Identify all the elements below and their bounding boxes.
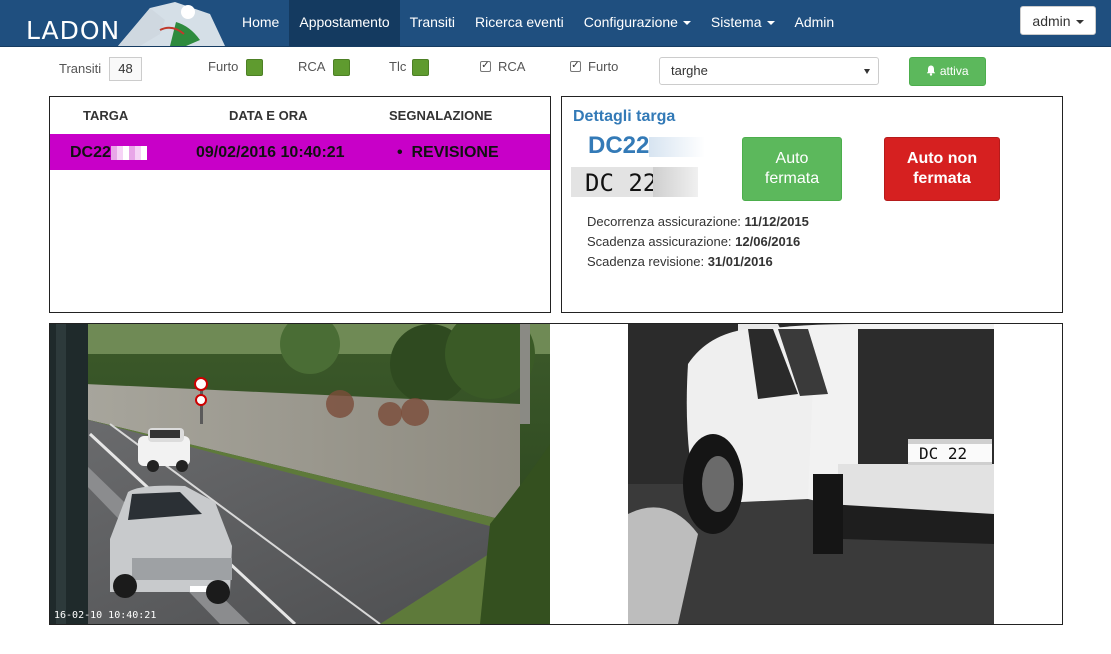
nav-ricerca-eventi-label: Ricerca eventi — [475, 14, 564, 30]
caret-down-icon — [1075, 20, 1084, 25]
user-menu-button[interactable]: admin — [1020, 6, 1096, 35]
main-nav: Home Appostamento Transiti Ricerca event… — [232, 0, 844, 46]
details-panel — [561, 96, 1063, 313]
caret-down-icon — [682, 21, 691, 26]
transiti-label: Transiti — [59, 61, 102, 76]
plate-crop-image: DC 22 — [571, 167, 698, 197]
tlc-indicator-label: Tlc — [389, 59, 407, 74]
furto-checkbox-label: Furto — [588, 59, 619, 74]
caret-down-icon — [766, 21, 775, 26]
mode-select-value: targhe — [671, 63, 708, 78]
brand-name: LADON — [26, 16, 121, 45]
silver-suv-icon — [110, 485, 232, 604]
rca-indicator-label: RCA — [298, 59, 326, 74]
info-value: 31/01/2016 — [707, 254, 773, 269]
obscured-plate — [653, 167, 698, 197]
user-name: admin — [1032, 13, 1071, 29]
row-targa-text: DC22 — [70, 144, 111, 161]
furto-status-indicator — [246, 59, 263, 76]
tlc-status-indicator — [412, 59, 429, 76]
rca-status-indicator — [333, 59, 350, 76]
nav-transiti-label: Transiti — [409, 14, 456, 30]
info-label: Decorrenza assicurazione: — [587, 214, 741, 229]
details-plate: DC22 — [588, 132, 706, 160]
nav-configurazione-label: Configurazione — [583, 14, 678, 30]
auto-non-fermata-line2: fermata — [913, 170, 971, 187]
top-navbar: LADON Home Appostamento Transiti Ricerca… — [0, 0, 1111, 47]
info-scadenza-assicurazione: Scadenza assicurazione: 12/06/2016 — [587, 234, 800, 249]
nav-configurazione[interactable]: Configurazione — [574, 0, 701, 46]
details-plate-text: DC22 — [588, 132, 650, 159]
bell-icon — [927, 65, 936, 76]
info-label: Scadenza revisione: — [587, 254, 705, 269]
furto-checkbox[interactable]: ✓ — [570, 61, 581, 72]
info-value: 12/06/2016 — [735, 234, 801, 249]
plate-camera-scene: DC 22 — [628, 324, 994, 624]
nav-home-label: Home — [242, 14, 280, 30]
info-label: Scadenza assicurazione: — [587, 234, 732, 249]
header-data-ora: DATA E ORA — [229, 108, 308, 123]
row-targa: DC22 — [70, 144, 147, 162]
furto-indicator-label: Furto — [208, 59, 239, 74]
nav-home[interactable]: Home — [232, 0, 289, 46]
rca-checkbox[interactable]: ✓ — [480, 61, 491, 72]
brand-logo[interactable]: LADON — [0, 0, 230, 46]
info-value: 11/12/2015 — [744, 214, 809, 229]
header-targa: TARGA — [83, 108, 129, 123]
header-segnalazione: SEGNALAZIONE — [389, 108, 493, 123]
info-scadenza-revisione: Scadenza revisione: 31/01/2016 — [587, 254, 773, 269]
row-segnalazione: • REVISIONE — [397, 144, 499, 161]
nav-appostamento-label: Appostamento — [299, 14, 390, 30]
nav-ricerca-eventi[interactable]: Ricerca eventi — [465, 0, 574, 46]
plate-crop-text: DC 22 — [585, 169, 658, 197]
auto-fermata-button[interactable]: Auto fermata — [742, 137, 842, 201]
activate-button[interactable]: attiva — [909, 57, 986, 86]
events-panel: TARGA DATA E ORA SEGNALAZIONE — [49, 96, 551, 313]
nav-sistema-label: Sistema — [710, 14, 762, 30]
auto-fermata-line2: fermata — [764, 170, 820, 187]
camera-timestamp: 16-02-10 10:40:21 — [54, 610, 157, 621]
plate-camera-plate-text: DC 22 — [919, 444, 967, 463]
nav-transiti[interactable]: Transiti — [400, 0, 465, 46]
row-segnalazione-text: REVISIONE — [411, 144, 499, 161]
nav-sistema[interactable]: Sistema — [701, 0, 785, 46]
dropdown-arrow-icon — [864, 69, 870, 74]
context-camera-image[interactable]: 16-02-10 10:40:21 — [50, 324, 550, 624]
auto-non-fermata-button[interactable]: Auto non fermata — [884, 137, 1000, 201]
context-camera-scene — [50, 324, 550, 624]
nav-admin-label: Admin — [794, 14, 835, 30]
row-datetime: 09/02/2016 10:40:21 — [196, 144, 345, 161]
nav-admin[interactable]: Admin — [785, 0, 845, 46]
mode-select[interactable]: targhe — [659, 57, 879, 85]
rca-checkbox-label: RCA — [498, 59, 526, 74]
activate-button-label: attiva — [939, 64, 969, 78]
obscured-plate — [649, 136, 706, 157]
nav-appostamento[interactable]: Appostamento — [289, 0, 400, 46]
details-title: Dettagli targa — [573, 108, 676, 125]
auto-non-fermata-line1: Auto non — [906, 150, 978, 167]
plate-camera-image[interactable]: DC 22 — [628, 324, 994, 624]
info-decorrenza-assicurazione: Decorrenza assicurazione: 11/12/2015 — [587, 214, 809, 229]
auto-fermata-line1: Auto — [775, 150, 809, 167]
obscured-plate — [110, 145, 147, 160]
transiti-count: 48 — [109, 57, 142, 81]
